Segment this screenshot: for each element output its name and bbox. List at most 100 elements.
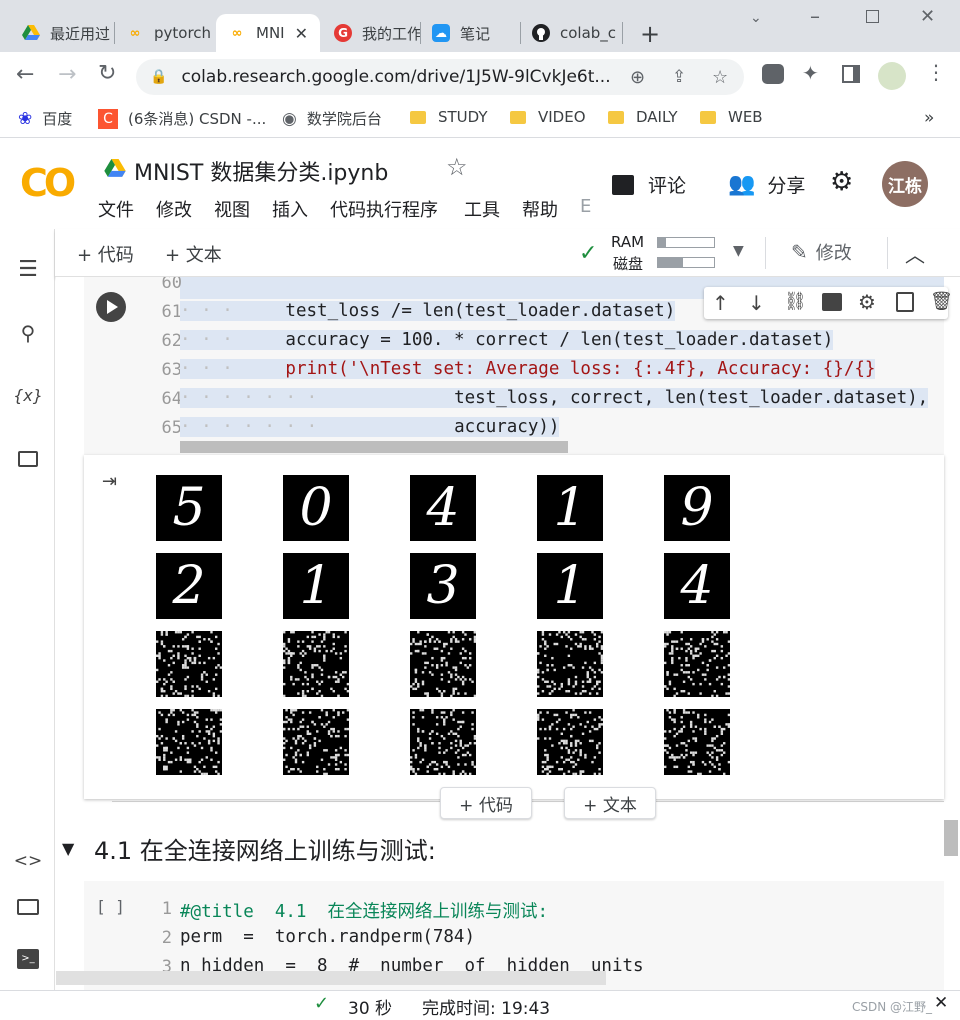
add-code-button[interactable]: + 代码	[77, 241, 134, 267]
run-cell-button[interactable]: [ ]	[96, 897, 125, 916]
close-window-icon[interactable]: ✕	[920, 6, 935, 27]
browser-menu-icon[interactable]: ⋮	[926, 60, 946, 84]
minimize-icon[interactable]: –	[810, 4, 820, 28]
edit-button[interactable]: ✎ 修改	[791, 239, 852, 265]
browser-tab[interactable]: ☁ 笔记	[420, 14, 520, 52]
settings-gear-icon[interactable]: ⚙	[830, 167, 853, 197]
move-up-icon[interactable]: ↑	[712, 291, 729, 315]
mirror-cell-icon[interactable]	[896, 292, 914, 312]
code-snippets-icon[interactable]: <>	[14, 847, 43, 875]
browser-tab-strip: 最近用过 ∞ pytorch ∞ MNI ✕ G 我的工作 ☁ 笔记 colab…	[0, 0, 960, 52]
comment-button[interactable]: 评论	[612, 171, 686, 198]
runtime-dropdown-icon[interactable]: ▼	[733, 243, 744, 259]
browser-tab-active[interactable]: ∞ MNI ✕	[216, 14, 320, 52]
collapse-header-icon[interactable]: ︿	[905, 239, 925, 268]
move-down-icon[interactable]: ↓	[748, 291, 765, 315]
menu-file[interactable]: 文件	[98, 196, 134, 222]
code-line[interactable]: · · · · · · · accuracy))	[180, 417, 560, 437]
new-tab-icon[interactable]: +	[640, 20, 660, 48]
permuted-noise-image	[156, 709, 223, 776]
menu-help[interactable]: 帮助	[522, 196, 558, 222]
profile-avatar-icon[interactable]	[878, 62, 906, 90]
disk-meter[interactable]	[657, 257, 715, 268]
digit-label: 9	[680, 478, 714, 538]
line-number: 2	[161, 928, 172, 948]
command-palette-icon[interactable]	[14, 893, 42, 921]
watermark: CSDN @江野_	[852, 1000, 933, 1014]
share-button[interactable]: 👥 分享	[728, 171, 805, 198]
output-actions-icon[interactable]: ⇥	[102, 471, 117, 492]
puzzle-icon[interactable]: ✦	[802, 61, 819, 85]
reload-icon[interactable]: ↻	[98, 61, 116, 86]
menu-overflow[interactable]: E	[580, 196, 591, 217]
globe-icon: ◉	[282, 108, 297, 129]
menu-edit[interactable]: 修改	[156, 196, 192, 222]
digit-label: 4	[426, 478, 460, 538]
tab-search-icon[interactable]: ⌄	[750, 10, 762, 26]
terminal-icon[interactable]: >_	[14, 945, 42, 973]
menu-runtime[interactable]: 代码执行程序	[330, 196, 438, 222]
files-folder-icon[interactable]	[14, 445, 42, 473]
code-line[interactable]: perm = torch.randperm(784)	[180, 927, 475, 947]
bookmark-math-admin[interactable]: ◉ 数学院后台	[282, 108, 382, 129]
share-page-icon[interactable]: ⇪	[672, 67, 686, 87]
maximize-icon[interactable]	[866, 10, 879, 23]
table-of-contents-icon[interactable]: ☰	[14, 255, 42, 283]
colab-logo[interactable]: CO	[20, 161, 76, 205]
code-line[interactable]: #@title 4.1 在全连接网络上训练与测试:	[180, 898, 548, 923]
bookmark-label: (6条消息) CSDN -...	[128, 110, 267, 128]
browser-tab[interactable]: ∞ pytorch	[114, 14, 216, 52]
completion-time[interactable]: 完成时间: 19:43	[422, 994, 550, 1019]
ram-meter[interactable]	[657, 237, 715, 248]
insert-text-button[interactable]: + 文本	[564, 787, 656, 819]
menu-insert[interactable]: 插入	[272, 196, 308, 222]
insert-code-button[interactable]: + 代码	[440, 787, 532, 819]
star-icon[interactable]: ☆	[446, 153, 468, 181]
run-cell-button[interactable]	[96, 292, 126, 322]
bookmark-csdn[interactable]: C (6条消息) CSDN -...	[98, 108, 266, 129]
browser-tab[interactable]: 最近用过	[10, 14, 114, 52]
delete-icon[interactable]: 🗑	[930, 291, 953, 312]
bookmark-daily[interactable]: DAILY	[608, 108, 678, 126]
address-bar[interactable]: 🔒 colab.research.google.com/drive/1J5W-9…	[136, 59, 744, 95]
horizontal-scrollbar[interactable]	[180, 441, 568, 453]
browser-tab[interactable]: G 我的工作	[322, 14, 420, 52]
back-icon[interactable]: ←	[16, 62, 34, 87]
code-line[interactable]: · · · · · · · test_loss, correct, len(te…	[180, 388, 929, 408]
avatar[interactable]: 江栋	[882, 161, 928, 207]
close-tab-icon[interactable]: ✕	[295, 24, 308, 43]
code-line[interactable]: · · · test_loss /= len(test_loader.datas…	[180, 301, 676, 321]
notebook-title[interactable]: MNIST 数据集分类.ipynb	[134, 155, 388, 187]
collapse-section-icon[interactable]: ▼	[62, 839, 74, 858]
bookmark-video[interactable]: VIDEO	[510, 108, 586, 126]
link-icon[interactable]: ⛓	[784, 291, 807, 312]
add-text-button[interactable]: + 文本	[165, 241, 222, 267]
code-line[interactable]: · · · accuracy = 100. * correct / len(te…	[180, 330, 834, 350]
variables-icon[interactable]: {x}	[13, 381, 43, 409]
code-cell[interactable]: 60 61 · · · test_loss /= len(test_loader…	[84, 277, 953, 455]
search-icon[interactable]: ⚲	[14, 319, 42, 347]
vertical-scrollbar-thumb[interactable]	[944, 820, 958, 856]
browser-tab[interactable]: colab_c	[520, 14, 622, 52]
side-panel-icon[interactable]	[842, 65, 860, 83]
execution-duration: 30 秒	[348, 999, 393, 1019]
code-text: accuracy = 100. * correct / len(test_loa…	[243, 330, 834, 350]
bookmark-star-icon[interactable]: ☆	[712, 67, 728, 88]
lock-icon: 🔒	[150, 69, 168, 85]
mnist-digit-image: 2	[156, 553, 222, 619]
comment-cell-icon[interactable]	[822, 293, 842, 311]
menu-tools[interactable]: 工具	[464, 196, 500, 222]
forward-icon[interactable]: →	[58, 62, 76, 87]
code-line[interactable]: · · · print('\nTest set: Average loss: {…	[180, 359, 876, 379]
extension-icon[interactable]	[762, 64, 784, 84]
cell-settings-icon[interactable]: ⚙	[858, 290, 876, 314]
bookmark-web[interactable]: WEB	[700, 108, 763, 126]
menu-view[interactable]: 视图	[214, 196, 250, 222]
horizontal-scrollbar[interactable]	[56, 971, 606, 985]
tab-title: pytorch	[154, 24, 212, 42]
bookmark-baidu[interactable]: ❀ 百度	[18, 108, 72, 129]
bookmark-study[interactable]: STUDY	[410, 108, 488, 126]
more-bookmarks-button[interactable]: »	[924, 108, 934, 128]
zoom-icon[interactable]: ⊕	[630, 67, 645, 88]
close-status-icon[interactable]: ✕	[934, 993, 948, 1013]
